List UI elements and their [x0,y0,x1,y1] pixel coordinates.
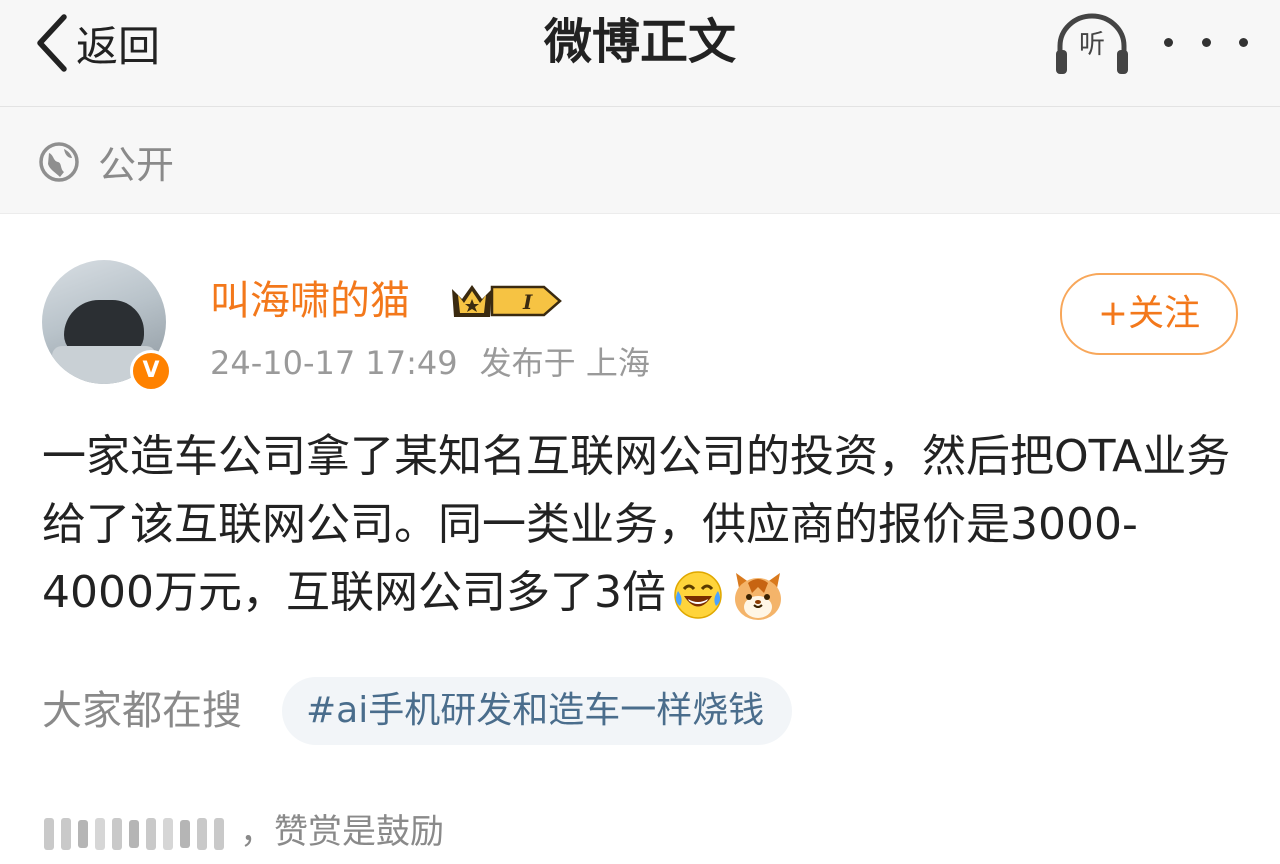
more-dots-icon [1201,37,1211,47]
more-dots-icon [1164,37,1173,47]
vip-level-text: I [522,290,533,314]
post-timestamp: 24-10-17 17:49 [210,344,458,382]
laugh-cry-emoji-icon [674,571,722,619]
visibility-label: 公开 [98,143,175,187]
top-navigation-bar: 返回 微博正文 听 [0,0,1280,107]
reward-avatar [214,818,224,850]
reward-avatar [112,818,122,850]
more-options-button[interactable] [1164,20,1248,64]
reward-avatar [78,820,88,848]
reward-avatar [61,818,71,850]
reward-text: ，赞赏是鼓励 [240,812,444,852]
reward-avatar [197,818,207,850]
listen-button[interactable]: 听 [1052,10,1132,80]
follow-button[interactable]: +关注 [1060,273,1238,355]
verified-v-icon: V [130,350,172,392]
visibility-bar: 公开 [0,107,1280,214]
listen-label: 听 [1078,30,1105,60]
trending-label: 大家都在搜 [42,688,242,734]
post-content: 一家造车公司拿了某知名互联网公司的投资，然后把OTA业务给了该互联网公司。同一类… [42,423,1242,627]
author-name[interactable]: 叫海啸的猫 [210,276,410,326]
cat-face-emoji-icon [734,573,781,620]
reward-avatar [129,820,139,848]
reward-avatars[interactable] [44,814,231,854]
trending-topic-tag[interactable]: #ai手机研发和造车一样烧钱 [282,677,793,745]
post-location: 发布于 上海 [479,344,650,382]
reward-avatar [95,818,105,850]
reward-avatar [180,820,190,848]
more-dots-icon [1239,37,1248,47]
post-content-text: 一家造车公司拿了某知名互联网公司的投资，然后把OTA业务给了该互联网公司。同一类… [42,431,1231,618]
vip-crown-badge-icon: I [452,285,562,317]
post-meta: 24-10-17 17:49 发布于 上海 [210,342,650,384]
reward-avatar [163,818,173,850]
globe-icon [39,142,79,182]
reward-avatar [44,818,54,850]
reward-avatar [146,818,156,850]
